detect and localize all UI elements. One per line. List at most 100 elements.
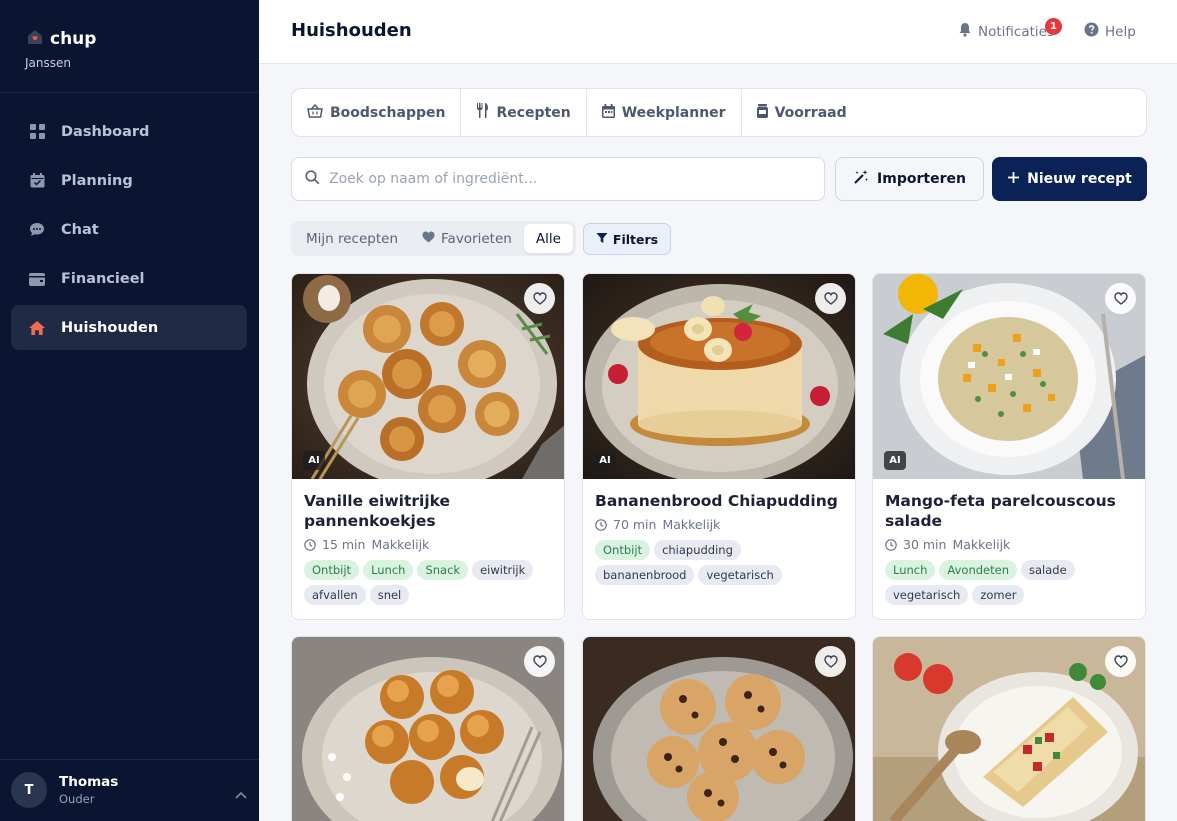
sidebar-divider [0,92,259,93]
tab-boodschappen[interactable]: Boodschappen [292,89,462,136]
tab-label: Voorraad [774,104,847,121]
sidebar-item-dashboard[interactable]: Dashboard [11,109,247,154]
recipe-title: Bananenbrood Chiapudding [595,492,838,510]
sidebar-item-planning[interactable]: Planning [11,158,247,203]
sidebar-item-label: Huishouden [61,319,159,336]
filters-button[interactable]: Filters [583,223,671,255]
tag: bananenbrood [595,565,695,585]
segment-favorieten[interactable]: Favorieten [410,224,524,253]
basket-icon [307,103,323,122]
recipe-card[interactable] [872,636,1146,821]
sidebar-item-chat[interactable]: Chat [11,207,247,252]
recipe-card[interactable]: AI Vanille eiwitrijke pannenkoekjes 15 m… [291,273,565,620]
tab-recepten[interactable]: Recepten [461,89,587,136]
tab-label: Weekplanner [621,104,726,121]
sidebar-item-financieel[interactable]: Financieel [11,256,247,301]
segment-label: Alle [535,230,561,247]
tab-label: Boodschappen [330,104,446,121]
recipe-meta: 70 min Makkelijk [583,511,855,532]
section-tabs: Boodschappen Recepten Weekplanner Voorra… [291,88,1147,137]
recipe-photo [292,637,564,821]
tag: Lunch [885,560,936,580]
avatar: T [11,772,47,808]
favorite-button[interactable] [815,646,846,677]
new-recipe-button[interactable]: Nieuw recept [992,157,1147,201]
filters-label: Filters [612,231,659,247]
brand[interactable]: chup [26,28,96,50]
notifications-button[interactable]: Notificaties 1 [958,18,1062,41]
recipe-search [291,157,825,201]
tab-weekplanner[interactable]: Weekplanner [587,89,742,136]
jar-icon [756,103,768,122]
tag: Lunch [363,560,414,580]
tag: zomer [972,585,1025,605]
clock-icon [885,538,897,551]
recipe-card[interactable] [582,636,856,821]
search-input[interactable] [329,171,799,187]
clock-icon [304,538,316,551]
recipe-tags: Ontbijt chiapudding bananenbrood vegetar… [583,532,855,597]
favorite-button[interactable] [524,646,555,677]
tab-voorraad[interactable]: Voorraad [742,89,862,136]
sidebar-item-huishouden[interactable]: Huishouden [11,305,247,350]
chat-bubble-icon [29,222,45,238]
user-menu[interactable]: T Thomas Ouder [0,759,259,821]
notifications-label: Notificaties [978,23,1054,40]
recipe-photo [873,637,1145,821]
help-icon [1084,22,1099,41]
heart-icon [422,231,435,247]
recipe-difficulty: Makkelijk [662,517,721,532]
favorite-button[interactable] [815,283,846,314]
brand-name: chup [50,29,97,49]
recipe-meta: 15 min Makkelijk [292,531,564,552]
clock-icon [595,518,607,531]
heart-outline-icon [532,655,547,668]
grid-icon [29,124,45,140]
favorite-button[interactable] [524,283,555,314]
segment-mijn-recepten[interactable]: Mijn recepten [294,224,410,253]
recipe-photo: AI [873,274,1145,479]
tab-label: Recepten [496,104,571,121]
import-label: Importeren [877,171,966,187]
tag: Avondeten [939,560,1017,580]
recipe-tags: Ontbijt Lunch Snack eiwitrijk afvallen s… [292,552,564,617]
recipe-card[interactable]: AI Bananenbrood Chiapudding 70 min Makke… [582,273,856,620]
help-button[interactable]: Help [1084,22,1136,41]
ai-badge: AI [884,451,906,470]
favorite-button[interactable] [1105,646,1136,677]
utensils-icon [476,103,489,122]
sidebar-item-label: Dashboard [61,123,150,140]
sidebar-item-label: Chat [61,221,99,238]
tag: chiapudding [654,540,741,560]
tag: Snack [417,560,469,580]
plus-icon [1007,171,1020,188]
recipe-card[interactable]: AI Mango-feta parelcouscous salade 30 mi… [872,273,1146,620]
recipe-time: 15 min [322,537,366,552]
heart-outline-icon [1113,292,1128,305]
help-label: Help [1105,23,1136,40]
recipe-card[interactable] [291,636,565,821]
search-icon [305,169,320,189]
recipe-title: Mango-feta parelcouscous salade [885,492,1116,530]
household-name: Janssen [25,56,71,70]
recipe-meta: 30 min Makkelijk [873,531,1145,552]
sidebar-item-label: Planning [61,172,133,189]
segment-label: Mijn recepten [306,230,399,247]
segment-label: Favorieten [441,230,512,247]
heart-outline-icon [823,655,838,668]
tag: Ontbijt [595,540,651,560]
calendar-icon [29,173,45,189]
chevron-up-icon [235,784,247,803]
house-logo-icon [26,28,44,50]
segment-alle[interactable]: Alle [523,224,573,253]
funnel-icon [596,232,608,247]
notification-count-badge: 1 [1045,18,1062,35]
ai-badge: AI [303,451,325,470]
favorite-button[interactable] [1105,283,1136,314]
recipe-photo [583,637,855,821]
import-button[interactable]: Importeren [835,157,984,201]
tag: afvallen [304,585,366,605]
tag: snel [369,585,410,605]
tag: vegetarisch [698,565,782,585]
recipe-tags: Lunch Avondeten salade vegetarisch zomer [873,552,1145,617]
